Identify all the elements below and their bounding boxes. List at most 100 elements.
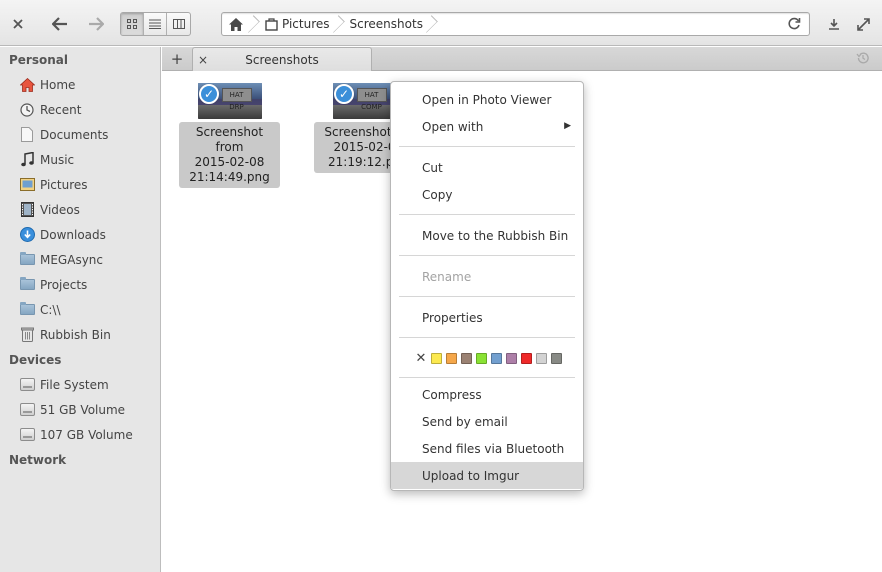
go-forward-icon[interactable] <box>84 12 108 36</box>
menu-item-send-by-email[interactable]: Send by email <box>391 408 583 435</box>
menu-item-send-via-bluetooth[interactable]: Send files via Bluetooth <box>391 435 583 462</box>
context-menu: Open in Photo Viewer Open with ▶ Cut Copy… <box>390 81 584 491</box>
color-swatch-dark-gray[interactable] <box>551 352 562 364</box>
menu-item-label: Copy <box>422 187 453 202</box>
new-tab-button[interactable]: + <box>166 49 188 69</box>
header-bar: Pictures Screenshots <box>0 0 882 46</box>
sidebar-item-recent[interactable]: Recent <box>0 97 160 122</box>
sidebar-section-personal: Personal <box>9 52 68 67</box>
file-name-line: 21:14:49.png <box>189 170 270 184</box>
sidebar-item-rubbish-bin[interactable]: Rubbish Bin <box>0 322 160 347</box>
menu-item-move-to-rubbish-bin[interactable]: Move to the Rubbish Bin <box>391 222 583 249</box>
color-swatch-orange[interactable] <box>446 352 457 364</box>
menu-item-label: Compress <box>422 387 482 402</box>
menu-item-cut[interactable]: Cut <box>391 154 583 181</box>
history-icon[interactable] <box>856 51 870 68</box>
sidebar-section-network[interactable]: Network <box>0 447 160 472</box>
download-icon[interactable] <box>822 12 846 36</box>
menu-item-properties[interactable]: Properties <box>391 304 583 331</box>
close-icon[interactable] <box>6 12 30 36</box>
close-tab-icon[interactable]: × <box>193 53 213 67</box>
sidebar-item-label: 107 GB Volume <box>40 427 133 442</box>
color-tag-row: ✕ <box>391 345 583 371</box>
sidebar-item-pictures[interactable]: Pictures <box>0 172 160 197</box>
file-name-line: 2015-02-08 <box>194 155 265 169</box>
sidebar-item-label: Rubbish Bin <box>40 327 111 342</box>
home-icon <box>229 17 243 31</box>
sidebar-item-projects[interactable]: Projects <box>0 272 160 297</box>
submenu-arrow-icon: ▶ <box>564 121 571 131</box>
menu-item-open-with[interactable]: Open with ▶ <box>391 113 583 140</box>
folder-icon <box>19 302 35 318</box>
menu-separator <box>391 140 583 154</box>
menu-separator <box>391 208 583 222</box>
list-view-icon[interactable] <box>144 13 167 35</box>
column-view-icon[interactable] <box>167 13 190 35</box>
view-mode-switcher <box>120 12 191 36</box>
sidebar: Personal Home Recent Documents Music Pic… <box>0 47 161 572</box>
breadcrumb-label: Screenshots <box>349 17 423 31</box>
file-item[interactable]: HAT DRP ✓ Screenshot from 2015-02-08 21:… <box>179 72 280 188</box>
sidebar-item-home[interactable]: Home <box>0 72 160 97</box>
sidebar-item-c-drive[interactable]: C:\\ <box>0 297 160 322</box>
sidebar-item-label: MEGAsync <box>40 252 103 267</box>
home-icon <box>19 77 35 93</box>
color-swatch-brown[interactable] <box>461 352 472 364</box>
sidebar-item-music[interactable]: Music <box>0 147 160 172</box>
menu-item-compress[interactable]: Compress <box>391 381 583 408</box>
color-swatch-red[interactable] <box>521 352 532 364</box>
sidebar-item-51gb-volume[interactable]: 51 GB Volume <box>0 397 160 422</box>
sidebar-item-label: Projects <box>40 277 88 292</box>
pictures-icon <box>19 177 35 193</box>
sidebar-item-label: Documents <box>40 127 109 142</box>
music-icon <box>19 152 35 168</box>
sidebar-item-file-system[interactable]: File System <box>0 372 160 397</box>
location-bar[interactable]: Pictures Screenshots <box>221 12 810 36</box>
breadcrumb-screenshots[interactable]: Screenshots <box>342 13 435 35</box>
recent-icon <box>19 102 35 118</box>
reload-icon[interactable] <box>787 17 801 34</box>
menu-item-open-in-photo-viewer[interactable]: Open in Photo Viewer <box>391 86 583 113</box>
fullscreen-icon[interactable] <box>851 12 875 36</box>
breadcrumb-pictures[interactable]: Pictures <box>257 13 342 35</box>
breadcrumb-home[interactable] <box>222 13 257 35</box>
menu-item-label: Send by email <box>422 414 508 429</box>
folder-icon <box>19 252 35 268</box>
menu-item-label: Open with <box>422 119 484 134</box>
menu-item-upload-to-imgur[interactable]: Upload to Imgur <box>391 462 583 489</box>
icon-view-icon[interactable] <box>121 13 144 35</box>
sidebar-item-megasync[interactable]: MEGAsync <box>0 247 160 272</box>
menu-separator <box>391 331 583 345</box>
menu-item-label: Open in Photo Viewer <box>422 92 552 107</box>
clear-color-icon[interactable]: ✕ <box>415 351 427 366</box>
sidebar-item-107gb-volume[interactable]: 107 GB Volume <box>0 422 160 447</box>
go-back-icon[interactable] <box>48 12 72 36</box>
color-swatch-yellow[interactable] <box>431 352 442 364</box>
sidebar-item-label: C:\\ <box>40 302 61 317</box>
menu-item-copy[interactable]: Copy <box>391 181 583 208</box>
thumbnail-sign-text: HAT COMP <box>356 88 387 111</box>
color-swatch-purple[interactable] <box>506 352 517 364</box>
tab-screenshots[interactable]: × Screenshots <box>192 47 372 71</box>
sidebar-item-label: Home <box>40 77 76 92</box>
sidebar-item-documents[interactable]: Documents <box>0 122 160 147</box>
sidebar-item-label: Recent <box>40 102 82 117</box>
tab-label: Screenshots <box>245 52 319 67</box>
selected-check-icon[interactable]: ✓ <box>199 84 219 104</box>
selected-check-icon[interactable]: ✓ <box>334 84 354 104</box>
sidebar-item-videos[interactable]: Videos <box>0 197 160 222</box>
sidebar-section-devices: Devices <box>9 352 62 367</box>
folder-icon <box>19 277 35 293</box>
menu-separator <box>391 290 583 304</box>
color-swatch-blue[interactable] <box>491 352 502 364</box>
menu-item-label: Upload to Imgur <box>422 468 520 483</box>
menu-item-label: Properties <box>422 310 483 325</box>
sidebar-item-label: File System <box>40 377 109 392</box>
breadcrumb-label: Pictures <box>282 17 330 31</box>
menu-item-label: Cut <box>422 160 443 175</box>
color-swatch-light-gray[interactable] <box>536 352 547 364</box>
thumbnail-sign-text: HAT DRP <box>221 88 252 111</box>
menu-item-label: Move to the Rubbish Bin <box>422 228 569 243</box>
color-swatch-green[interactable] <box>476 352 487 364</box>
sidebar-item-downloads[interactable]: Downloads <box>0 222 160 247</box>
